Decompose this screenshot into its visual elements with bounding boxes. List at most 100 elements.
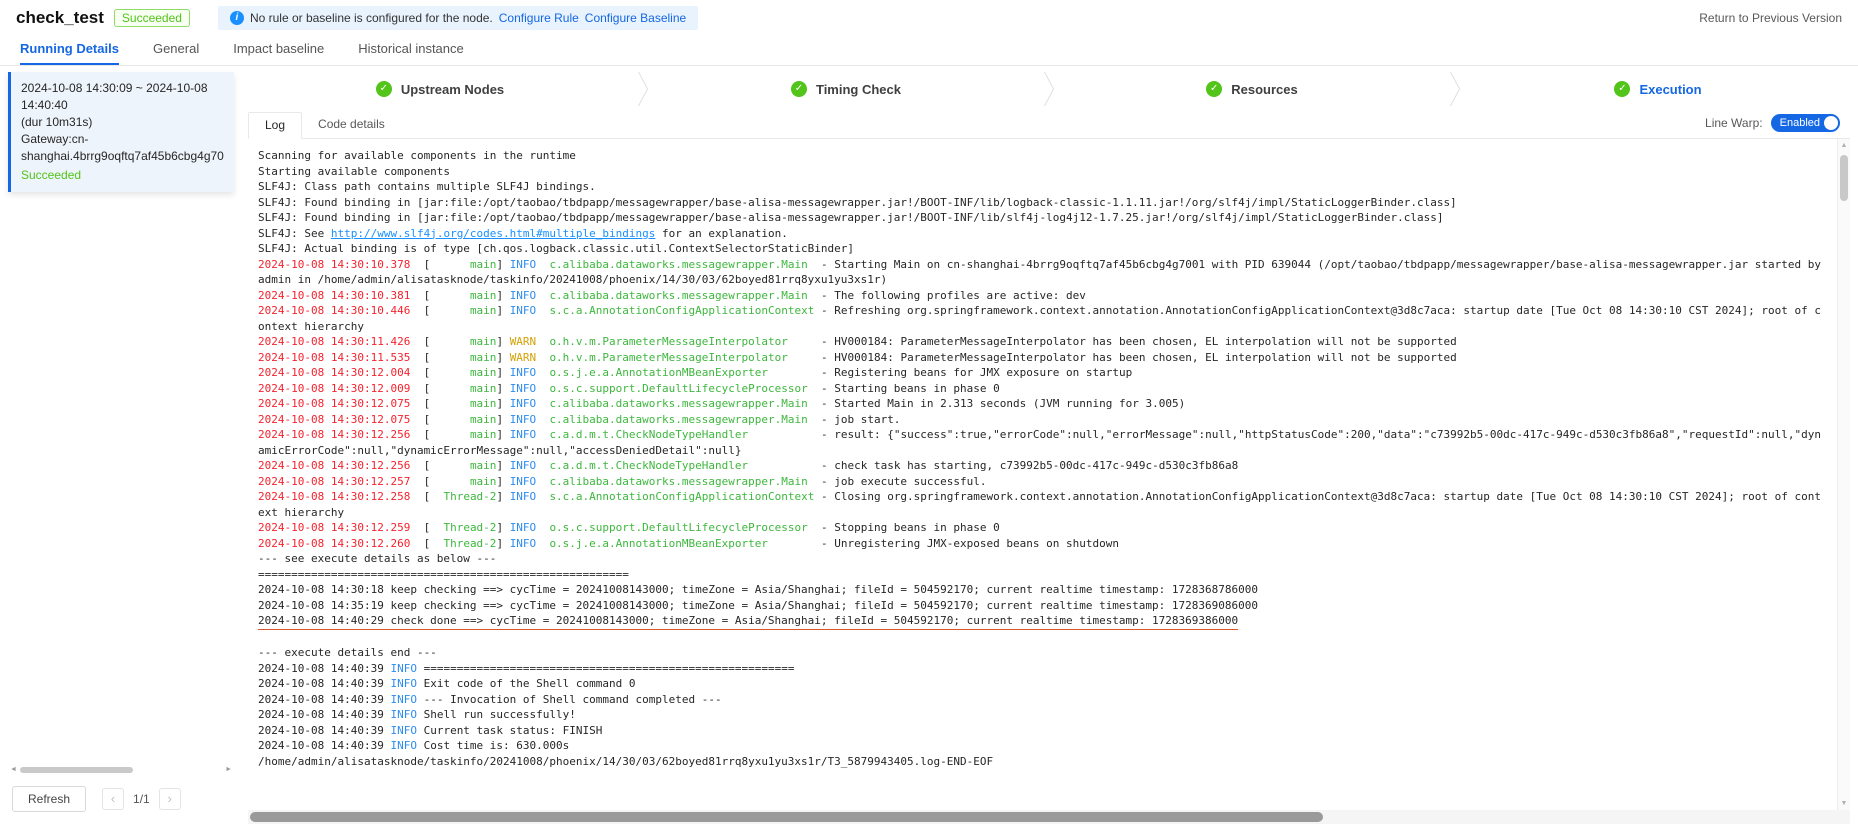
step-label: Upstream Nodes: [400, 81, 505, 97]
log-text: [: [410, 288, 431, 302]
log-text: 2024-10-08 14:40:39: [258, 723, 391, 737]
tab-general[interactable]: General: [153, 38, 199, 65]
tab-running-details[interactable]: Running Details: [20, 38, 119, 65]
vertical-scroll-thumb[interactable]: [1840, 155, 1848, 201]
run-time-range: 2024-10-08 14:30:09 ~ 2024-10-08 14:40:4…: [21, 81, 208, 112]
log-text: [: [410, 366, 431, 379]
log-vertical-scrollbar[interactable]: ▲ ▼: [1837, 139, 1850, 810]
sidebar-horizontal-scrollbar[interactable]: ◄ ►: [8, 764, 234, 776]
main-panel: ✓ Upstream Nodes ✓ Timing Check ✓ Resources ✓ E…: [248, 72, 1850, 824]
log-text: ]: [496, 304, 510, 317]
return-previous-version-link[interactable]: Return to Previous Version: [1699, 11, 1842, 25]
log-text: - job execute successful.: [807, 474, 987, 488]
log-text: ]: [496, 350, 510, 364]
horizontal-scroll-thumb[interactable]: [250, 812, 1324, 822]
next-page-button[interactable]: ›: [158, 788, 181, 810]
prev-page-button[interactable]: ‹: [102, 788, 125, 810]
step-timing-check[interactable]: ✓ Timing Check: [654, 72, 1038, 106]
log-text: SLF4J: Class path contains multiple SLF4…: [258, 180, 596, 193]
log-text: 2024-10-08 14:30:12.256: [258, 459, 411, 472]
log-text: main: [430, 350, 497, 364]
log-text: 2024-10-08 14:30:11.535: [258, 350, 411, 364]
log-link[interactable]: http://www.slf4j.org/codes.html#multiple…: [331, 227, 656, 240]
log-text: [: [410, 257, 431, 271]
sidebar-scroll-thumb[interactable]: [19, 767, 134, 773]
line-wrap-label: Line Warp:: [1705, 116, 1763, 130]
run-instance-item[interactable]: 2024-10-08 14:30:09 ~ 2024-10-08 14:40:4…: [8, 72, 234, 192]
step-label: Timing Check: [815, 81, 901, 97]
log-text: 2024-10-08 14:30:12.260: [258, 536, 411, 550]
run-gateway-line1: Gateway:cn-: [21, 132, 89, 146]
check-circle-icon: ✓: [790, 81, 807, 97]
log-line: 2024-10-08 14:30:12.257 [ main] INFO c.a…: [258, 474, 1826, 490]
banner-text: No rule or baseline is configured for th…: [249, 11, 493, 25]
log-tab-code-details[interactable]: Code details: [302, 112, 401, 139]
log-text: Current task status: FINISH: [416, 723, 603, 737]
log-line: 2024-10-08 14:30:12.256 [ main] INFO c.a…: [258, 427, 1826, 458]
scroll-down-icon[interactable]: ▼: [1841, 797, 1848, 810]
log-text: main: [430, 381, 497, 395]
log-text: INFO: [509, 536, 537, 550]
log-text: o.s.c.support.DefaultLifecycleProcessor: [549, 381, 808, 395]
log-horizontal-scrollbar[interactable]: [248, 810, 1850, 824]
page-title: check_test: [16, 8, 104, 27]
tab-historical-instance[interactable]: Historical instance: [358, 38, 464, 65]
log-text: - Registering beans for JMX exposure on …: [767, 366, 1133, 379]
step-separator-icon: [1444, 72, 1466, 106]
log-text: ]: [496, 288, 510, 302]
log-text: ]: [496, 536, 510, 550]
configure-rule-link[interactable]: Configure Rule: [499, 11, 579, 25]
step-execution[interactable]: ✓ Execution: [1466, 72, 1850, 106]
pagination: ‹ 1/1 ›: [102, 788, 181, 810]
step-upstream-nodes[interactable]: ✓ Upstream Nodes: [248, 72, 632, 106]
log-text: 2024-10-08 14:30:12.259: [258, 521, 411, 534]
log-text: 2024-10-08 14:30:18 keep checking ==> cy…: [258, 583, 1259, 596]
check-circle-icon: ✓: [1206, 81, 1223, 97]
log-text: c.alibaba.dataworks.messagewrapper.Main: [549, 288, 808, 302]
log-text: ]: [496, 381, 510, 395]
line-wrap-toggle[interactable]: Enabled: [1770, 114, 1840, 132]
log-text: main: [430, 304, 497, 317]
log-text: ]: [496, 257, 510, 271]
log-content[interactable]: Scanning for available components in the…: [248, 139, 1836, 810]
page-indicator: 1/1: [133, 792, 150, 806]
log-text: ========================================…: [258, 567, 629, 581]
log-tab-log[interactable]: Log: [248, 112, 303, 139]
log-text: c.a.d.m.t.CheckNodeTypeHandler: [549, 459, 749, 472]
log-text: INFO: [509, 474, 537, 488]
log-line: 2024-10-08 14:30:10.446 [ main] INFO s.c…: [258, 303, 1826, 334]
sidebar-scroll-track[interactable]: [19, 766, 222, 774]
refresh-button[interactable]: Refresh: [12, 786, 87, 812]
scroll-up-icon[interactable]: ▲: [1841, 139, 1848, 152]
log-text: c.alibaba.dataworks.messagewrapper.Main: [549, 474, 808, 488]
log-text: [: [410, 381, 431, 395]
log-line: 2024-10-08 14:30:12.075 [ main] INFO c.a…: [258, 396, 1826, 412]
log-text: ]: [496, 474, 510, 488]
log-text: INFO: [509, 366, 537, 379]
content: 2024-10-08 14:30:09 ~ 2024-10-08 14:40:4…: [0, 66, 1858, 824]
log-line: /home/admin/alisatasknode/taskinfo/20241…: [258, 754, 1826, 770]
info-banner: i No rule or baseline is configured for …: [217, 6, 699, 30]
log-text: main: [430, 428, 497, 441]
log-text: - HV000184: ParameterMessageInterpolator…: [787, 350, 1457, 364]
log-text: INFO: [390, 708, 417, 721]
configure-baseline-link[interactable]: Configure Baseline: [585, 11, 686, 25]
tab-impact-baseline[interactable]: Impact baseline: [233, 38, 324, 65]
log-text: - Starting beans in phase 0: [807, 381, 1000, 395]
step-resources[interactable]: ✓ Resources: [1060, 72, 1444, 106]
line-wrap-value: Enabled: [1779, 117, 1820, 129]
log-line: 2024-10-08 14:30:18 keep checking ==> cy…: [258, 582, 1826, 598]
log-line: 2024-10-08 14:40:39 INFO ===============…: [258, 661, 1826, 677]
scroll-right-icon[interactable]: ►: [225, 764, 232, 776]
log-line: 2024-10-08 14:40:39 INFO Current task st…: [258, 723, 1826, 739]
log-text: INFO: [509, 490, 537, 503]
scroll-left-icon[interactable]: ◄: [10, 764, 17, 776]
log-text: 2024-10-08 14:30:12.257: [258, 474, 411, 488]
log-text: Thread-2: [430, 490, 497, 503]
log-line: 2024-10-08 14:40:39 INFO Cost time is: 6…: [258, 738, 1826, 754]
log-text: 2024-10-08 14:40:39: [258, 739, 391, 752]
